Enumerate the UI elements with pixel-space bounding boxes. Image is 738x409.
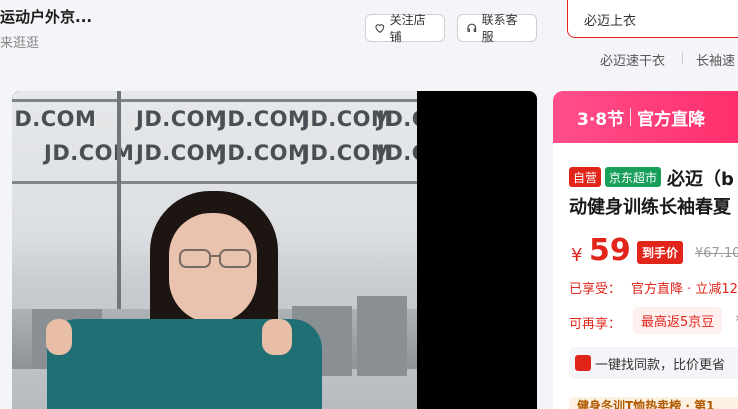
benefit-label: 可再享： [569,317,622,332]
promo-banner-label: 官方直降 [637,109,706,130]
watermark-text: JD.COM [377,141,417,165]
shopping-helper-icon [575,355,591,371]
watermark-text: JD.COM [377,107,417,131]
rank-banner[interactable]: 健身冬训T恤热卖榜 · 第1 [569,397,738,409]
promo-banner-event: 3·8节 [577,109,625,130]
final-price: 59 [589,233,631,268]
shop-title[interactable]: 运动户外京... [0,6,92,27]
promo-label: 已享受： [569,282,622,297]
find-same-style-label: 一键找同款，比价更省 [595,357,726,373]
self-operated-badge: 自营 [569,167,602,187]
benefit-value[interactable]: 最高返5京豆 [633,307,723,334]
headset-icon [467,23,477,32]
currency-symbol: ¥ [571,245,583,266]
watermark-text: JD.COM [219,141,310,165]
shop-subtitle[interactable]: 来逛逛 [0,32,39,51]
final-price-tag: 到手价 [637,241,684,264]
window-frame [12,99,417,102]
video-frame: JD.COM JD.COM JD.COM JD.COM JD.COM JD.CO… [12,91,417,409]
product-info-panel: 3·8节 官方直降 自营 京东超市 必迈（b 动健身训练长袖春夏 ¥ 59 到手… [553,91,738,409]
search-input[interactable]: 必迈上衣 [567,0,738,38]
original-price: ¥67.10 [695,246,738,261]
hand [262,319,292,355]
contact-service-button[interactable]: 联系客服 [457,13,537,44]
promo-banner[interactable]: 3·8节 官方直降 [553,91,738,143]
glasses [179,249,251,268]
building [357,296,407,376]
product-title: 必迈（b [667,169,734,190]
jd-supermarket-badge: 京东超市 [605,167,662,187]
hot-search-item[interactable]: 必迈速干衣 [600,50,665,69]
contact-service-label: 联系客服 [481,13,518,44]
window-frame [12,181,417,184]
watermark-text: JD.COM [219,107,310,131]
banner-divider [630,108,632,126]
product-title-line2: 动健身训练长袖春夏 [569,197,731,218]
watermark-text: JD.COM [12,107,97,131]
hand [46,319,72,355]
watermark-text: JD.COM [136,107,227,131]
find-same-style-button[interactable]: 一键找同款，比价更省 [569,347,738,379]
follow-shop-button[interactable]: 关注店铺 [365,13,445,44]
follow-shop-label: 关注店铺 [389,13,426,44]
hot-search-divider [682,52,683,64]
product-video[interactable]: JD.COM JD.COM JD.COM JD.COM JD.COM JD.CO… [12,91,537,409]
promo-value[interactable]: 官方直降 · 立减12 [631,278,738,297]
hot-search-item[interactable]: 长袖速 [696,50,735,69]
heart-icon [375,24,385,33]
watermark-text: JD.COM [136,141,227,165]
